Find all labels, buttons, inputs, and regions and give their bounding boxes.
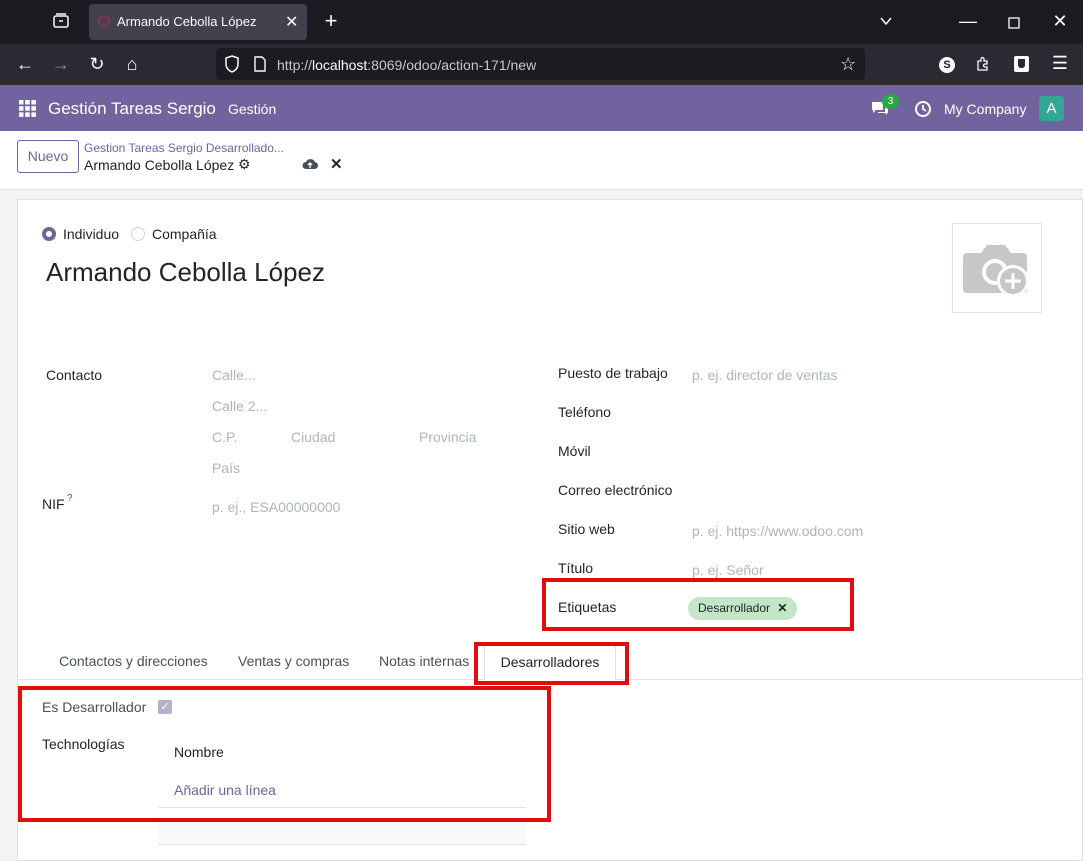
- browser-tab-bar: Armando Cebolla López ✕ + — ✕: [0, 0, 1083, 44]
- extension-s-icon[interactable]: S: [939, 57, 955, 73]
- tab-list-icon[interactable]: [50, 12, 72, 34]
- breadcrumb-current: Armando Cebolla López: [84, 157, 235, 173]
- forward-icon[interactable]: →: [50, 54, 72, 74]
- street-input[interactable]: Calle...: [212, 367, 256, 383]
- url-text: http://localhost:8069/odoo/action-171/ne…: [277, 57, 537, 73]
- tab-ventas[interactable]: Ventas y compras: [238, 653, 349, 669]
- street2-input[interactable]: Calle 2...: [212, 398, 267, 414]
- save-cloud-icon[interactable]: [302, 157, 319, 175]
- radio-individuo[interactable]: [42, 227, 56, 241]
- country-select[interactable]: País: [212, 460, 240, 476]
- camera-plus-icon: [963, 245, 1029, 297]
- minimize-icon[interactable]: —: [957, 11, 979, 31]
- back-icon[interactable]: ←: [14, 54, 36, 74]
- shield-icon[interactable]: [224, 55, 240, 78]
- app-name[interactable]: Gestión Tareas Sergio: [48, 99, 216, 119]
- vat-label: NIF: [42, 496, 65, 512]
- new-tab-button[interactable]: +: [320, 10, 342, 32]
- shield-extension-icon[interactable]: [1014, 56, 1029, 72]
- close-tab-icon[interactable]: ✕: [285, 12, 298, 32]
- reload-icon[interactable]: ↻: [86, 54, 108, 74]
- chevron-down-icon[interactable]: [875, 12, 897, 32]
- vat-help-icon[interactable]: ?: [67, 493, 73, 504]
- job-input[interactable]: p. ej. director de ventas: [692, 367, 838, 383]
- title-select[interactable]: p. ej. Señor: [692, 562, 764, 578]
- job-label: Puesto de trabajo: [558, 365, 668, 381]
- website-label: Sitio web: [558, 521, 615, 537]
- extensions-icon[interactable]: [975, 56, 991, 77]
- radio-compania-label[interactable]: Compañía: [152, 226, 217, 242]
- list-empty-row: [158, 822, 526, 845]
- maximize-icon[interactable]: [1003, 13, 1025, 33]
- user-avatar[interactable]: A: [1039, 96, 1064, 121]
- messages-count-badge: 3: [882, 94, 899, 109]
- odoo-navbar: Gestión Tareas Sergio Gestión 3 My Compa…: [0, 85, 1083, 131]
- title-label: Título: [558, 560, 594, 576]
- partner-name-field[interactable]: Armando Cebolla López: [46, 257, 325, 288]
- odoo-favicon-icon: [98, 15, 110, 27]
- company-switcher[interactable]: My Company: [944, 101, 1026, 117]
- website-input[interactable]: p. ej. https://www.odoo.com: [692, 523, 863, 539]
- radio-compania[interactable]: [131, 227, 145, 241]
- tab-title: Armando Cebolla López: [117, 14, 257, 29]
- mobile-label: Móvil: [558, 443, 591, 459]
- discard-icon[interactable]: ✕: [330, 155, 343, 173]
- phone-label: Teléfono: [558, 404, 611, 420]
- menu-gestion[interactable]: Gestión: [228, 101, 276, 117]
- page-icon[interactable]: [253, 56, 267, 77]
- address-bar[interactable]: http://localhost:8069/odoo/action-171/ne…: [216, 48, 865, 80]
- zip-input[interactable]: C.P.: [212, 429, 237, 445]
- activity-clock-icon[interactable]: [914, 100, 932, 123]
- contact-label: Contacto: [46, 367, 103, 383]
- highlight-tags: [542, 578, 854, 631]
- gear-icon[interactable]: ⚙: [238, 156, 251, 173]
- email-label: Correo electrónico: [558, 482, 673, 498]
- radio-individuo-label[interactable]: Individuo: [63, 226, 119, 242]
- browser-tab[interactable]: Armando Cebolla López ✕: [89, 4, 307, 40]
- apps-grid-icon[interactable]: [19, 100, 36, 122]
- city-input[interactable]: Ciudad: [291, 429, 335, 445]
- home-icon[interactable]: ⌂: [121, 54, 143, 74]
- tab-notas[interactable]: Notas internas: [379, 653, 469, 669]
- vat-input[interactable]: p. ej., ESA00000000: [212, 499, 340, 515]
- menu-icon[interactable]: ☰: [1049, 53, 1071, 73]
- new-button[interactable]: Nuevo: [17, 140, 79, 173]
- highlight-tab: [474, 642, 629, 685]
- state-select[interactable]: Provincia: [419, 429, 477, 445]
- bookmark-star-icon[interactable]: ☆: [840, 54, 856, 75]
- tab-contactos[interactable]: Contactos y direcciones: [59, 653, 208, 669]
- highlight-dev-section: [18, 686, 551, 822]
- image-upload-field[interactable]: [952, 223, 1042, 313]
- breadcrumb-parent[interactable]: Gestion Tareas Sergio Desarrollado...: [84, 141, 284, 155]
- close-window-icon[interactable]: ✕: [1049, 11, 1071, 31]
